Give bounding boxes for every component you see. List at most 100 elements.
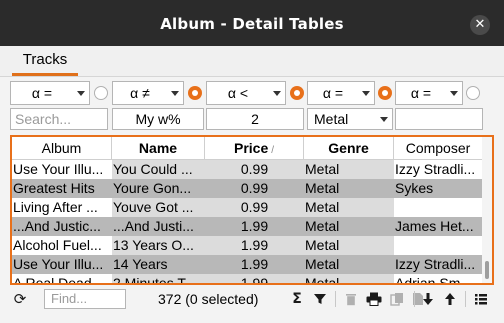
list-settings-icon[interactable] — [471, 289, 491, 309]
cell-album[interactable]: Living After ... — [12, 198, 112, 217]
cell-genre[interactable]: Metal — [304, 198, 394, 217]
operator-select-price[interactable]: α < — [206, 81, 286, 105]
refresh-icon[interactable]: ⟳ — [10, 289, 30, 309]
tab-bar: Tracks — [0, 46, 504, 77]
divider — [465, 291, 466, 307]
cell-name[interactable]: Youve Got ... — [112, 198, 205, 217]
cell-album[interactable]: Use Your Illu... — [12, 160, 112, 179]
price-filter-input[interactable]: 2 — [206, 108, 304, 130]
cell-composer[interactable]: Izzy Stradli... — [394, 160, 482, 179]
trash-icon[interactable] — [341, 289, 361, 309]
filter-toggle-name[interactable] — [188, 86, 202, 100]
column-label: Name — [138, 140, 178, 156]
arrow-down-icon[interactable] — [418, 289, 438, 309]
table-header: Album Name Price / Genre Composer — [12, 137, 482, 160]
cell-album[interactable]: Greatest Hits — [12, 179, 112, 198]
cell-price[interactable]: 1.99 — [205, 217, 304, 236]
cell-price[interactable]: 0.99 — [205, 160, 304, 179]
operator-select-composer[interactable]: α = — [395, 81, 463, 105]
cell-genre[interactable]: Metal — [304, 179, 394, 198]
table-row[interactable]: A Real Dead... 2 Minutes T... 1.99 Metal Adr… — [12, 274, 482, 283]
cell-genre[interactable]: Metal — [304, 255, 394, 274]
window-title: Album - Detail Tables — [160, 15, 344, 33]
filter-toggle-album[interactable] — [94, 86, 108, 100]
table-row[interactable]: Alcohol Fuel... 13 Years O... 1.99 Metal — [12, 236, 482, 255]
cell-genre[interactable]: Metal — [304, 236, 394, 255]
cell-price[interactable]: 0.99 — [205, 198, 304, 217]
chevron-down-icon — [362, 91, 370, 96]
chevron-down-icon — [77, 91, 85, 96]
column-label: Price — [233, 140, 269, 156]
cell-name[interactable]: 14 Years — [112, 255, 205, 274]
close-button[interactable]: ✕ — [470, 15, 490, 35]
genre-filter-select[interactable]: Metal — [307, 108, 393, 130]
cell-album[interactable]: ...And Justic... — [12, 217, 112, 236]
table-row[interactable]: Living After ... Youve Got ... 0.99 Metal — [12, 198, 482, 217]
cell-composer[interactable]: Sykes — [394, 179, 482, 198]
filter-toggle-genre[interactable] — [378, 86, 392, 100]
record-count: 372 (0 selected) — [158, 291, 259, 307]
filter-operator-row: α = α ≠ α < α = α = — [10, 81, 494, 107]
cell-genre[interactable]: Metal — [304, 274, 394, 283]
cell-album[interactable]: Use Your Illu... — [12, 255, 112, 274]
cell-name[interactable]: 13 Years O... — [112, 236, 205, 255]
tracks-table[interactable]: Album Name Price / Genre Composer Use You… — [10, 135, 494, 285]
cell-genre[interactable]: Metal — [304, 160, 394, 179]
cell-name[interactable]: You Could ... — [112, 160, 205, 179]
column-header-genre[interactable]: Genre — [304, 137, 394, 159]
divider — [335, 291, 336, 307]
cell-composer[interactable]: James Het... — [394, 217, 482, 236]
operator-label: α ≠ — [130, 85, 150, 101]
column-header-album[interactable]: Album — [12, 137, 112, 159]
chevron-down-icon — [171, 91, 179, 96]
vertical-scrollbar[interactable] — [482, 137, 492, 283]
copy-icon[interactable] — [387, 289, 407, 309]
table-row[interactable]: ...And Justic... ...And Justi... 1.99 Metal… — [12, 217, 482, 236]
filter-toggle-price[interactable] — [290, 86, 304, 100]
column-label: Album — [41, 140, 82, 156]
find-input[interactable]: Find... — [44, 289, 126, 309]
sort-indicator-icon: / — [271, 145, 275, 156]
chevron-down-icon — [273, 91, 281, 96]
cell-name[interactable]: 2 Minutes T... — [112, 274, 205, 283]
table-row[interactable]: Use Your Illu... 14 Years 1.99 Metal Izzy St… — [12, 255, 482, 274]
cell-name[interactable]: Youre Gon... — [112, 179, 205, 198]
cell-price[interactable]: 1.99 — [205, 255, 304, 274]
column-header-composer[interactable]: Composer — [394, 137, 482, 159]
name-filter-input[interactable]: My w% — [112, 108, 204, 130]
operator-select-name[interactable]: α ≠ — [112, 81, 184, 105]
tab-tracks[interactable]: Tracks — [12, 46, 78, 76]
composer-filter-input[interactable] — [395, 108, 483, 130]
status-bar: ⟳ Find... 372 (0 selected) Σ — [0, 287, 504, 311]
operator-select-album[interactable]: α = — [10, 81, 90, 105]
genre-filter-value: Metal — [314, 111, 349, 127]
cell-price[interactable]: 1.99 — [205, 236, 304, 255]
filter-icon[interactable] — [310, 289, 330, 309]
chevron-down-icon — [380, 117, 388, 122]
arrow-up-icon[interactable] — [440, 289, 460, 309]
close-icon: ✕ — [474, 17, 486, 32]
cell-composer[interactable] — [394, 198, 482, 217]
scrollbar-thumb[interactable] — [485, 261, 489, 279]
table-row[interactable]: Greatest Hits Youre Gon... 0.99 Metal Sykes — [12, 179, 482, 198]
sum-icon[interactable]: Σ — [287, 289, 307, 309]
column-header-price[interactable]: Price / — [205, 137, 304, 159]
filter-toggle-composer[interactable] — [466, 86, 480, 100]
cell-album[interactable]: A Real Dead... — [12, 274, 112, 283]
cell-album[interactable]: Alcohol Fuel... — [12, 236, 112, 255]
search-input[interactable]: Search... — [10, 108, 108, 130]
cell-price[interactable]: 0.99 — [205, 179, 304, 198]
cell-price[interactable]: 1.99 — [205, 274, 304, 283]
cell-genre[interactable]: Metal — [304, 217, 394, 236]
cell-composer[interactable]: Izzy Stradli... — [394, 255, 482, 274]
cell-composer[interactable] — [394, 236, 482, 255]
app-window: Album - Detail Tables ✕ Tracks α = α ≠ α… — [0, 0, 504, 323]
table-row[interactable]: Use Your Illu... You Could ... 0.99 Metal Iz… — [12, 160, 482, 179]
print-icon[interactable] — [364, 289, 384, 309]
column-label: Composer — [405, 140, 471, 156]
cell-name[interactable]: ...And Justi... — [112, 217, 205, 236]
cell-composer[interactable]: Adrian Sm... — [394, 274, 482, 283]
operator-select-genre[interactable]: α = — [307, 81, 375, 105]
column-header-name[interactable]: Name — [112, 137, 205, 159]
column-label: Genre — [328, 140, 369, 156]
